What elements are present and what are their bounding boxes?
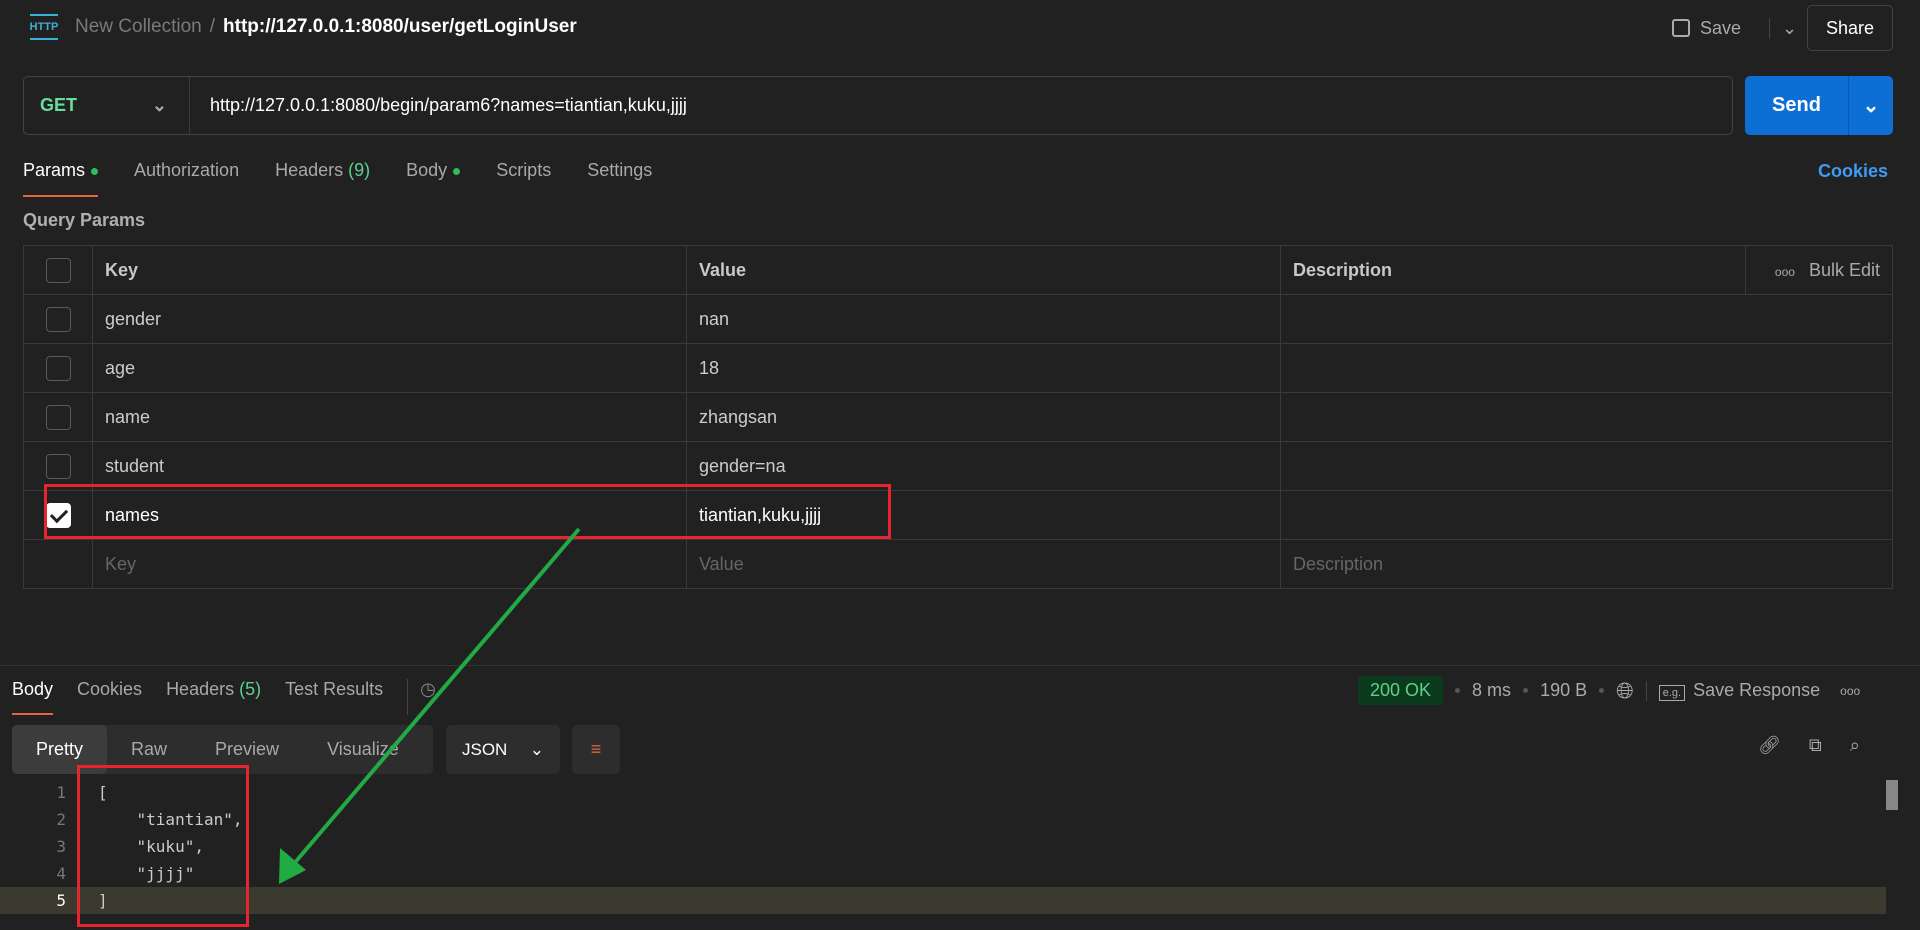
annotation-arrow — [279, 527, 581, 884]
